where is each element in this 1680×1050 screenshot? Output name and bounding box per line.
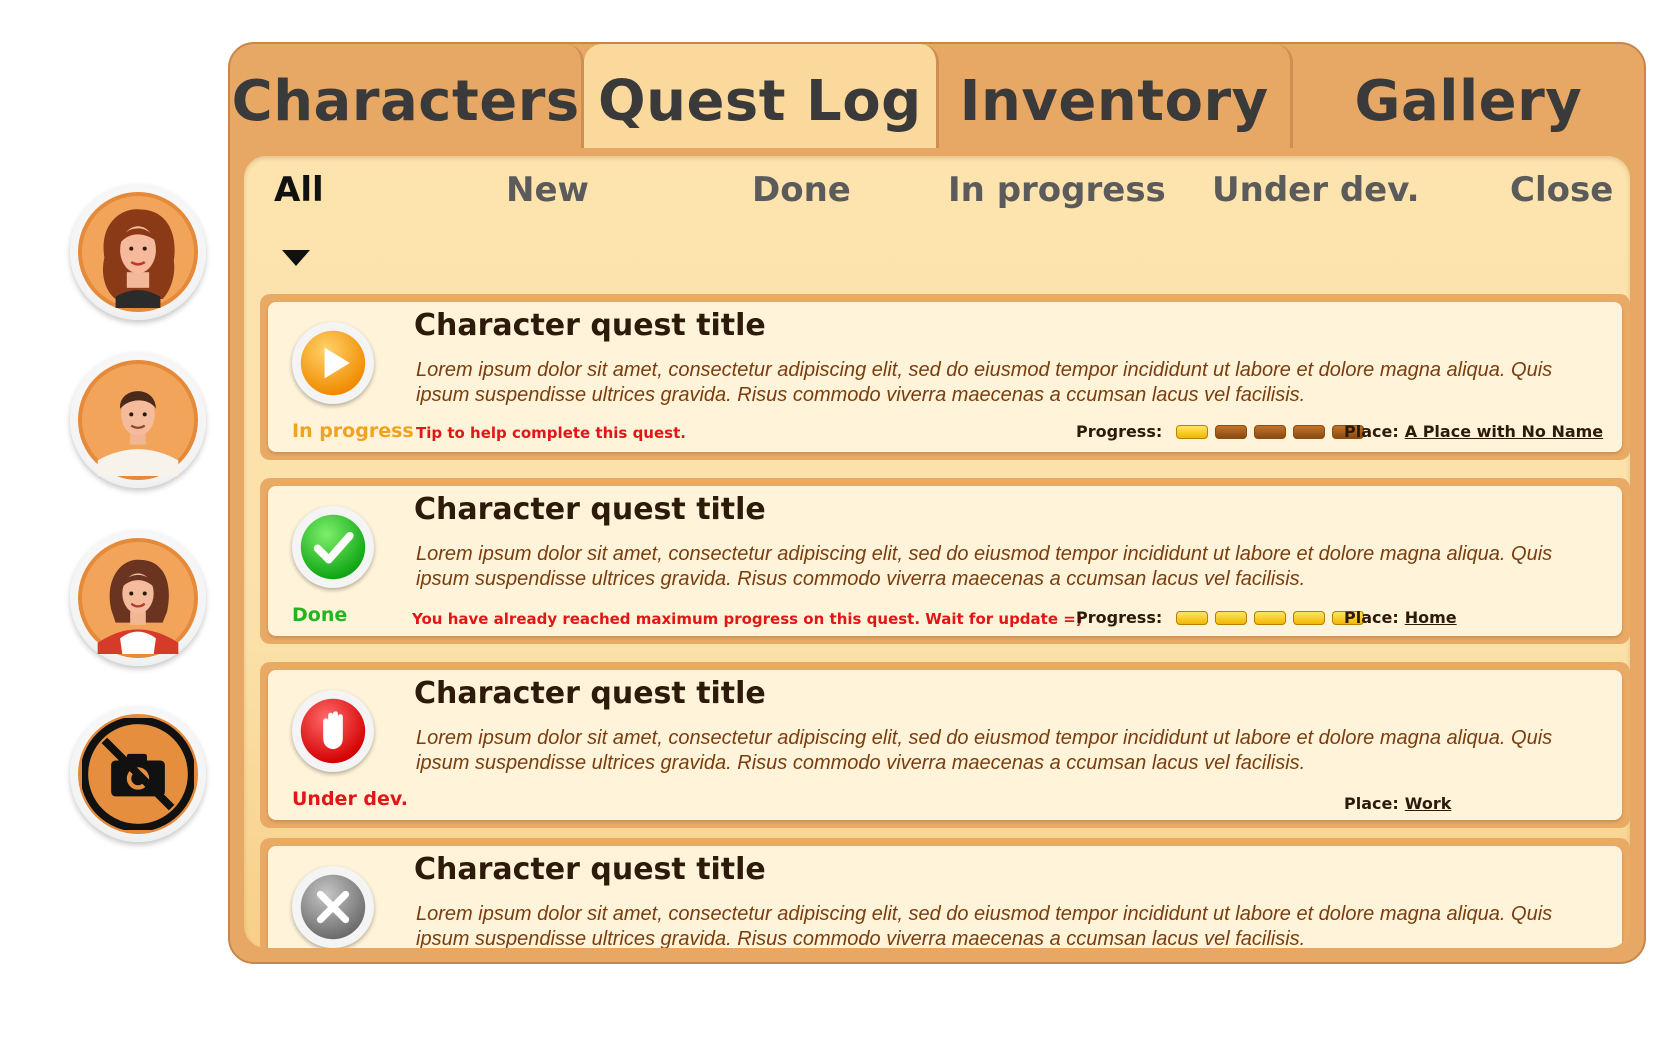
progress-pip — [1293, 610, 1326, 625]
quest-title: Character quest title — [414, 492, 766, 527]
progress-pips — [1176, 610, 1371, 625]
tab-gallery[interactable]: Gallery — [1293, 44, 1644, 148]
quest-description: Lorem ipsum dolor sit amet, consectetur … — [416, 543, 1553, 590]
tab-inventory[interactable]: Inventory — [939, 44, 1293, 148]
progress-pip — [1254, 610, 1287, 625]
place-link[interactable]: A Place with No Name — [1405, 422, 1603, 441]
quest-place: Place: Work — [1344, 794, 1451, 813]
place-link[interactable]: Home — [1405, 608, 1457, 627]
quest-filter-bar: All New Done In progress Under dev. Clos… — [244, 156, 1630, 236]
avatar-character-locked[interactable] — [70, 706, 206, 842]
progress-pip — [1176, 610, 1209, 625]
quest-status: Under dev. — [292, 788, 408, 810]
progress-pip — [1176, 424, 1209, 439]
progress-pip — [1215, 610, 1248, 625]
tab-characters[interactable]: Characters — [230, 44, 585, 148]
close-x-icon — [292, 866, 374, 948]
place-label: Place: — [1344, 422, 1399, 441]
place-link[interactable]: Work — [1405, 794, 1452, 813]
progress-pip — [1293, 424, 1326, 439]
progress-label: Progress: — [1076, 608, 1163, 627]
quest-title: Character quest title — [414, 676, 766, 711]
avatar-character-1[interactable] — [70, 184, 206, 320]
woman-red-hair-icon — [82, 196, 194, 308]
progress-pips — [1176, 424, 1371, 439]
avatar-character-3[interactable] — [70, 530, 206, 666]
stop-hand-icon — [292, 690, 374, 772]
filter-new[interactable]: New — [506, 170, 589, 210]
quest-description: Lorem ipsum dolor sit amet, consectetur … — [416, 903, 1553, 948]
filter-in-progress[interactable]: In progress — [948, 170, 1166, 210]
woman-red-top-icon — [82, 542, 194, 654]
main-tabs: Characters Quest Log Inventory Gallery — [230, 44, 1644, 148]
close-button[interactable]: Close — [1510, 170, 1613, 210]
quest-title: Character quest title — [414, 852, 766, 887]
filter-under-dev[interactable]: Under dev. — [1212, 170, 1420, 210]
progress-pip — [1254, 424, 1287, 439]
quest-item[interactable]: Under dev. Character quest title Lorem i… — [260, 662, 1630, 828]
selected-filter-caret-icon — [282, 250, 310, 266]
progress-label: Progress: — [1076, 422, 1163, 441]
quest-status: Done — [292, 604, 348, 626]
quest-description: Lorem ipsum dolor sit amet, consectetur … — [416, 359, 1553, 406]
quest-place: Place: Home — [1344, 608, 1457, 627]
play-icon — [292, 322, 374, 404]
filter-done[interactable]: Done — [752, 170, 851, 210]
quest-status: In progress — [292, 420, 414, 442]
tab-quest-log[interactable]: Quest Log — [584, 44, 939, 148]
no-camera-icon — [82, 718, 194, 830]
man-white-shirt-icon — [82, 364, 194, 476]
quest-item[interactable]: Done Character quest title Lorem ipsum d… — [260, 478, 1630, 644]
quest-log-window: Characters Quest Log Inventory Gallery A… — [228, 42, 1646, 964]
place-label: Place: — [1344, 794, 1399, 813]
place-label: Place: — [1344, 608, 1399, 627]
quest-card: In progress Character quest title Lorem … — [268, 302, 1622, 452]
quest-item[interactable]: Character quest title Lorem ipsum dolor … — [260, 838, 1630, 948]
quest-tip: You have already reached maximum progres… — [412, 610, 1083, 628]
quest-card: Character quest title Lorem ipsum dolor … — [268, 846, 1622, 948]
quest-description: Lorem ipsum dolor sit amet, consectetur … — [416, 727, 1553, 774]
quest-panel: All New Done In progress Under dev. Clos… — [244, 156, 1630, 948]
avatar-character-2[interactable] — [70, 352, 206, 488]
quest-place: Place: A Place with No Name — [1344, 422, 1603, 441]
quest-progress: Progress: — [1076, 422, 1371, 441]
filter-all[interactable]: All — [274, 170, 324, 210]
quest-progress: Progress: — [1076, 608, 1371, 627]
quest-card: Under dev. Character quest title Lorem i… — [268, 670, 1622, 820]
quest-tip: Tip to help complete this quest. — [416, 424, 686, 442]
checkmark-icon — [292, 506, 374, 588]
quest-item[interactable]: In progress Character quest title Lorem … — [260, 294, 1630, 460]
quest-card: Done Character quest title Lorem ipsum d… — [268, 486, 1622, 636]
quest-title: Character quest title — [414, 308, 766, 343]
progress-pip — [1215, 424, 1248, 439]
